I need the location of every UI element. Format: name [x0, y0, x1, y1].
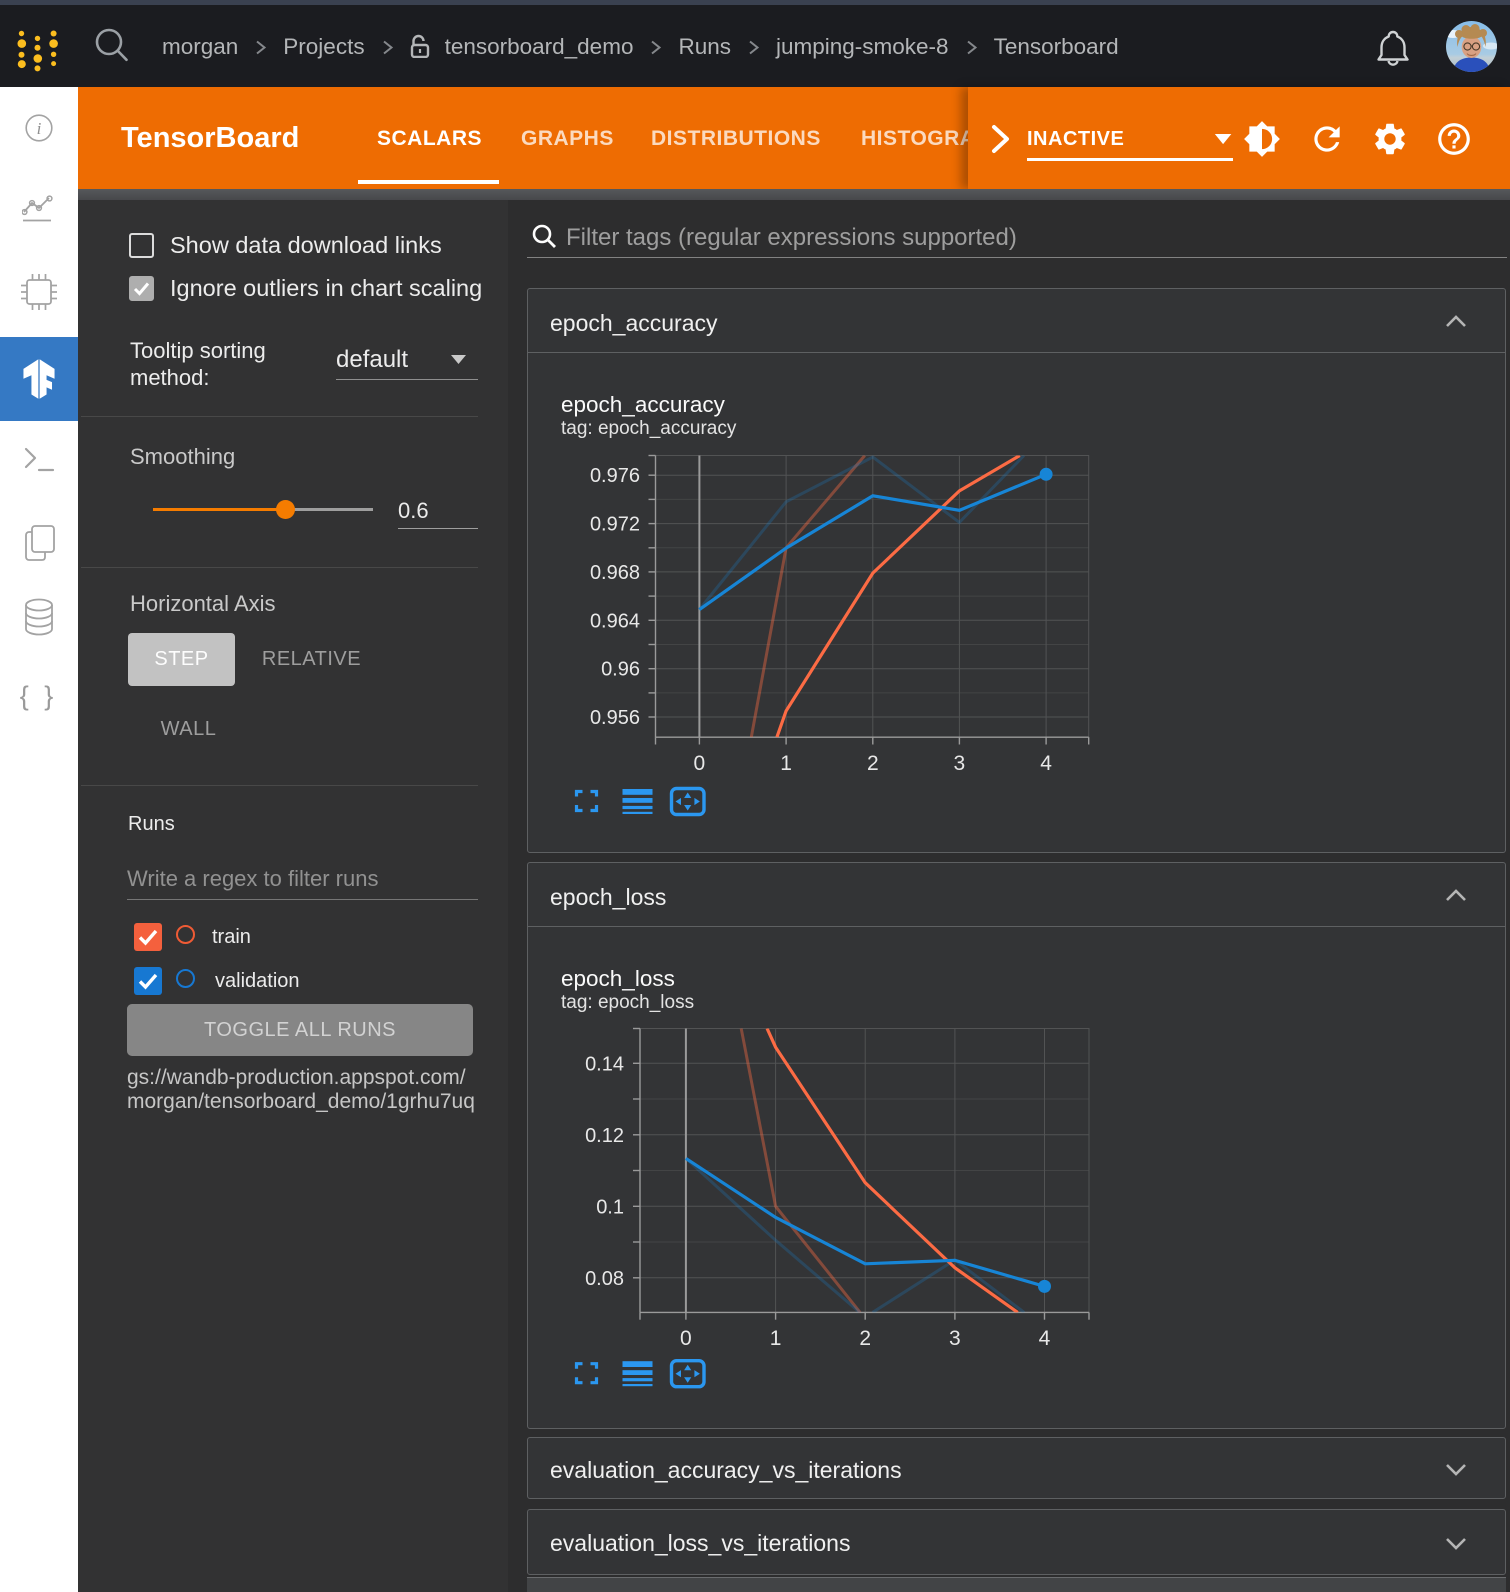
svg-text:4: 4	[1039, 1327, 1051, 1350]
svg-text:0.956: 0.956	[590, 707, 640, 729]
svg-text:2: 2	[867, 752, 879, 775]
svg-text:0.14: 0.14	[585, 1053, 624, 1075]
svg-text:0.972: 0.972	[590, 514, 640, 536]
svg-text:0.12: 0.12	[585, 1125, 624, 1147]
svg-text:4: 4	[1040, 752, 1052, 775]
svg-text:0.1: 0.1	[596, 1196, 624, 1218]
svg-text:2: 2	[859, 1327, 871, 1350]
svg-text:1: 1	[780, 752, 792, 775]
svg-text:3: 3	[954, 752, 966, 775]
svg-text:0: 0	[680, 1327, 692, 1350]
svg-text:0: 0	[694, 752, 706, 775]
svg-text:0.976: 0.976	[590, 465, 640, 487]
svg-text:i: i	[37, 119, 42, 138]
svg-text:0.964: 0.964	[590, 610, 640, 632]
svg-text:1: 1	[770, 1327, 782, 1350]
svg-text:0.968: 0.968	[590, 562, 640, 584]
svg-text:0.96: 0.96	[601, 659, 640, 681]
svg-text:0.08: 0.08	[585, 1268, 624, 1290]
svg-text:3: 3	[949, 1327, 961, 1350]
